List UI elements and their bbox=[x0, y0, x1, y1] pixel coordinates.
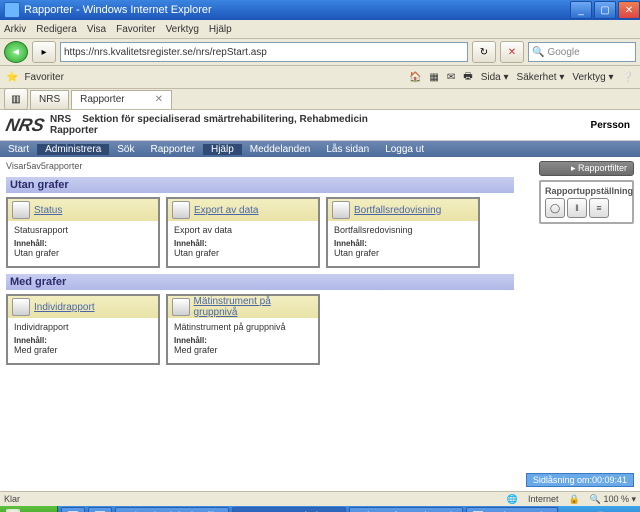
zoom-level[interactable]: 🔍 100 % ▾ bbox=[590, 494, 636, 505]
nav-meddelanden[interactable]: Meddelanden bbox=[242, 144, 319, 155]
tab-nrs[interactable]: NRS bbox=[30, 90, 69, 109]
taskbar-item[interactable]: Microsoft Excel - und... bbox=[349, 507, 463, 512]
back-button[interactable]: ◄ bbox=[4, 41, 28, 63]
report-group: Med grafer bbox=[174, 345, 312, 355]
section-med-grafer: Med grafer bbox=[6, 274, 514, 290]
section-utan-grafer: Utan grafer bbox=[6, 177, 514, 193]
refresh-button[interactable]: ↻ bbox=[472, 41, 496, 63]
quicktabs-button[interactable]: ▥ bbox=[4, 88, 28, 110]
nrs-subtitle: Sektion för specialiserad smärtrehabilit… bbox=[82, 114, 368, 125]
ql-2[interactable] bbox=[88, 507, 112, 512]
taskbar-item[interactable]: Arbetsbeskrivning fil... bbox=[115, 507, 229, 512]
taskbar-item[interactable]: Rapporter - Windows... bbox=[232, 507, 346, 512]
nav-administrera[interactable]: Administrera bbox=[37, 144, 109, 155]
report-desc: Statusrapport bbox=[14, 225, 152, 235]
report-group: Utan grafer bbox=[14, 248, 152, 258]
menu-hjalp[interactable]: Hjälp bbox=[209, 24, 232, 35]
minimize-button[interactable]: _ bbox=[570, 1, 592, 19]
start-button[interactable]: Start bbox=[0, 506, 58, 512]
menu-visa[interactable]: Visa bbox=[87, 24, 106, 35]
nrs-logo: NRS bbox=[0, 115, 52, 136]
menu-redigera[interactable]: Redigera bbox=[36, 24, 77, 35]
tab-rapporter[interactable]: Rapporter✕ bbox=[71, 90, 172, 109]
report-title[interactable]: Export av data bbox=[194, 205, 258, 216]
report-desc: Individrapport bbox=[14, 322, 152, 332]
page-menu[interactable]: Sida ▾ bbox=[481, 72, 509, 83]
report-innehall-label: Innehåll: bbox=[14, 239, 152, 248]
menu-verktyg[interactable]: Verktyg bbox=[166, 24, 199, 35]
report-innehall-label: Innehåll: bbox=[14, 336, 152, 345]
report-card[interactable]: Mätinstrument på gruppnivå Mätinstrument … bbox=[166, 294, 320, 365]
nav-start[interactable]: Start bbox=[0, 144, 37, 155]
forward-button[interactable]: ▸ bbox=[32, 41, 56, 63]
nav-las-sidan[interactable]: Lås sidan bbox=[318, 144, 377, 155]
report-icon bbox=[12, 298, 30, 316]
report-innehall-label: Innehåll: bbox=[174, 239, 312, 248]
layout-btn-1[interactable]: ◯ bbox=[545, 198, 565, 218]
close-button[interactable]: ✕ bbox=[618, 1, 640, 19]
report-icon bbox=[172, 201, 190, 219]
address-bar[interactable]: https://nrs.kvalitetsregister.se/nrs/rep… bbox=[60, 42, 468, 62]
report-desc: Mätinstrument på gruppnivå bbox=[174, 322, 312, 332]
layout-btn-2[interactable]: ‖ bbox=[567, 198, 587, 218]
mail-icon[interactable]: ✉ bbox=[447, 72, 455, 83]
layout-btn-3[interactable]: ≡ bbox=[589, 198, 609, 218]
print-icon[interactable]: 🖶 bbox=[463, 69, 472, 86]
report-desc: Bortfallsredovisning bbox=[334, 225, 472, 235]
nrs-section: Rapporter bbox=[50, 125, 368, 136]
menu-arkiv[interactable]: Arkiv bbox=[4, 24, 26, 35]
taskbar-item[interactable]: reprints - Paint bbox=[466, 507, 558, 512]
report-card[interactable]: Export av data Export av data Innehåll:Uta… bbox=[166, 197, 320, 268]
favorites-star-icon[interactable]: ⭐ bbox=[6, 72, 18, 83]
maximize-button[interactable]: ▢ bbox=[594, 1, 616, 19]
report-icon bbox=[172, 298, 190, 316]
report-desc: Export av data bbox=[174, 225, 312, 235]
home-icon[interactable]: 🏠 bbox=[409, 72, 421, 83]
report-group: Med grafer bbox=[14, 345, 152, 355]
report-card[interactable]: Individrapport Individrapport Innehåll:Med… bbox=[6, 294, 160, 365]
report-title[interactable]: Bortfallsredovisning bbox=[354, 205, 441, 216]
report-card[interactable]: Status Statusrapport Innehåll:Utan grafer bbox=[6, 197, 160, 268]
address-text: https://nrs.kvalitetsregister.se/nrs/rep… bbox=[64, 47, 267, 58]
report-title[interactable]: Individrapport bbox=[34, 302, 95, 313]
report-icon bbox=[332, 201, 350, 219]
nrs-brand: NRS bbox=[50, 114, 71, 125]
help-icon[interactable]: ❔ bbox=[622, 72, 634, 83]
favorites-label[interactable]: Favoriter bbox=[24, 72, 63, 83]
report-icon bbox=[12, 201, 30, 219]
rapportfilter-button[interactable]: ▸ Rapportfilter bbox=[539, 161, 634, 176]
report-title[interactable]: Status bbox=[34, 205, 62, 216]
search-box[interactable]: 🔍 Google bbox=[528, 42, 636, 62]
tools-menu[interactable]: Verktyg ▾ bbox=[572, 72, 613, 83]
rapportuppstallning-panel: Rapportuppställning ◯ ‖ ≡ bbox=[539, 180, 634, 224]
report-innehall-label: Innehåll: bbox=[334, 239, 472, 248]
report-card[interactable]: Bortfallsredovisning Bortfallsredovisning… bbox=[326, 197, 480, 268]
ql-1[interactable] bbox=[61, 507, 85, 512]
safety-menu[interactable]: Säkerhet ▾ bbox=[517, 72, 565, 83]
feeds-icon[interactable]: ▦ bbox=[429, 72, 438, 83]
session-timeout: Sidlåsning om:00:09:41 bbox=[526, 473, 634, 487]
nrs-username: Persson bbox=[591, 120, 640, 131]
nav-rapporter[interactable]: Rapporter bbox=[143, 144, 203, 155]
zone-label: Internet bbox=[528, 494, 559, 504]
search-placeholder: Google bbox=[547, 47, 579, 58]
nav-sok[interactable]: Sök bbox=[109, 144, 142, 155]
ie-icon bbox=[4, 2, 20, 18]
protected-mode-icon: 🔒 bbox=[569, 494, 580, 505]
menu-favoriter[interactable]: Favoriter bbox=[116, 24, 155, 35]
rapportuppstallning-title: Rapportuppställning bbox=[545, 186, 628, 196]
report-title[interactable]: Mätinstrument på gruppnivå bbox=[194, 296, 314, 318]
window-title: Rapporter - Windows Internet Explorer bbox=[24, 4, 212, 16]
report-group: Utan grafer bbox=[334, 248, 472, 258]
nav-hjalp[interactable]: Hjälp bbox=[203, 144, 242, 155]
report-group: Utan grafer bbox=[174, 248, 312, 258]
tab-close-icon[interactable]: ✕ bbox=[155, 94, 163, 105]
nav-logga-ut[interactable]: Logga ut bbox=[377, 144, 432, 155]
zone-icon: 🌐 bbox=[507, 494, 518, 505]
status-klar: Klar bbox=[4, 494, 20, 504]
report-innehall-label: Innehåll: bbox=[174, 336, 312, 345]
stop-button[interactable]: ✕ bbox=[500, 41, 524, 63]
